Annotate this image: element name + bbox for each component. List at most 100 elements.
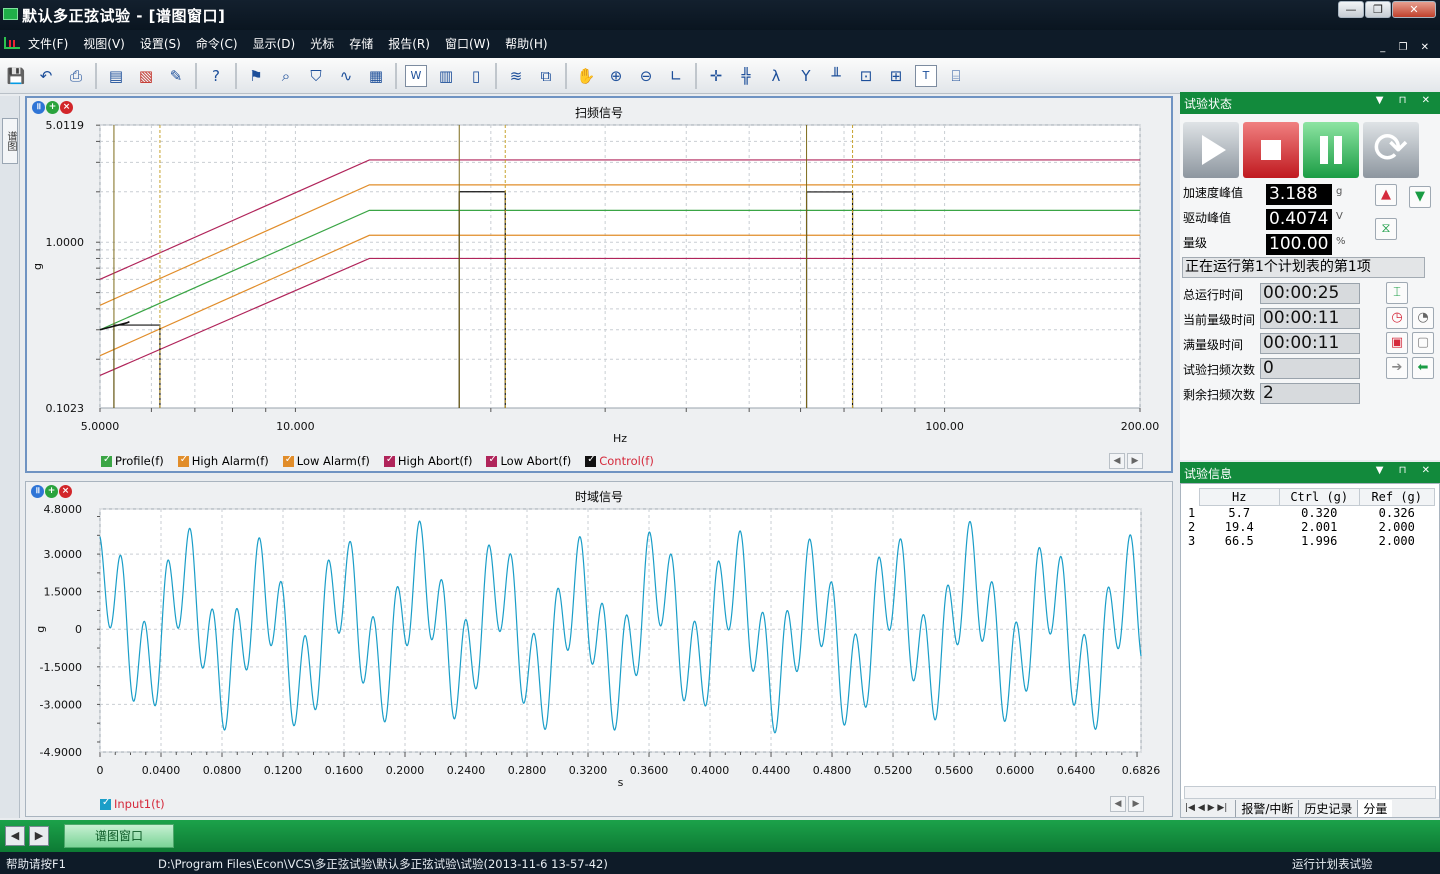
mdi-controls[interactable]: _ ❐ ✕ xyxy=(1380,42,1434,53)
legend-scroll-left-button[interactable]: ◀ xyxy=(1109,453,1125,469)
legend-checkbox[interactable] xyxy=(585,454,597,467)
pane-controls[interactable]: ▼ ⊓ ✕ xyxy=(1376,95,1436,106)
doc-tab-spectrum[interactable]: 谱图窗口 xyxy=(64,824,174,848)
legend-item[interactable]: Input1(t) xyxy=(100,797,165,811)
plot-icon[interactable]: ⧉ xyxy=(535,65,557,87)
close-button[interactable]: ✕ xyxy=(1392,1,1436,18)
export-word-icon[interactable]: ▤ xyxy=(105,65,127,87)
spectrum-plot[interactable]: 5.0119 1.0000 0.1023 5.0000 10.000 100.00 200.… xyxy=(27,98,1171,471)
peak-icon[interactable]: ╨ xyxy=(825,65,847,87)
table-row[interactable]: 2 19.4 2.001 2.000 xyxy=(1184,520,1434,534)
zoom-box2-icon[interactable]: ⊞ xyxy=(885,65,907,87)
cursor-lambda-icon[interactable]: λ xyxy=(765,65,787,87)
level-down-button[interactable]: ▼ xyxy=(1409,186,1431,208)
clock-icon[interactable]: ◔ xyxy=(1412,307,1434,329)
legend-item[interactable]: Control(f) xyxy=(585,454,654,468)
pdf-icon[interactable]: ▧ xyxy=(135,65,157,87)
legend-checkbox[interactable] xyxy=(486,454,498,467)
chart-menu-icon[interactable] xyxy=(4,37,20,49)
spectrum-side-tab[interactable]: 谱图 xyxy=(2,118,18,164)
x-tick-label: 0.2000 xyxy=(386,764,425,777)
col-ctrl[interactable]: Ctrl (g) xyxy=(1278,488,1360,506)
hand-icon[interactable]: ✋ xyxy=(575,65,597,87)
legend-item[interactable]: High Abort(f) xyxy=(383,454,472,468)
tab-components[interactable]: 分量 xyxy=(1357,799,1393,817)
legend-checkbox[interactable] xyxy=(100,797,111,810)
menu-storage[interactable]: 存储 xyxy=(349,35,373,52)
menu-cursor[interactable]: 光标 xyxy=(310,35,334,52)
timer-icon[interactable]: ◷ xyxy=(1386,307,1408,329)
legend-checkbox[interactable] xyxy=(101,454,112,467)
legend-checkbox[interactable] xyxy=(177,454,189,467)
axis-icon[interactable]: ∟ xyxy=(665,65,687,87)
cursor-y-icon[interactable]: Y xyxy=(795,65,817,87)
tab-nav-arrows[interactable]: |◀ ◀ ▶ ▶| xyxy=(1185,803,1227,813)
legend-scroll-right-button[interactable]: ▶ xyxy=(1127,453,1143,469)
word-icon[interactable]: W xyxy=(405,64,427,87)
unlock-icon[interactable]: ▢ xyxy=(1412,332,1434,354)
stop-button[interactable] xyxy=(1243,122,1299,178)
legend-scroll-left-button[interactable]: ◀ xyxy=(1110,796,1126,812)
legend-item[interactable]: Low Alarm(f) xyxy=(282,454,370,468)
legend-item[interactable]: High Alarm(f) xyxy=(177,454,269,468)
cursor-cross-icon[interactable]: ✛ xyxy=(705,65,727,87)
minimize-button[interactable]: — xyxy=(1338,1,1364,18)
menu-settings[interactable]: 设置(S) xyxy=(140,35,181,52)
schedule-icon[interactable]: ⌶ xyxy=(1386,282,1408,304)
legend-checkbox[interactable] xyxy=(383,454,395,467)
lock-icon[interactable]: ▣ xyxy=(1386,332,1408,354)
level-reset-button[interactable]: ⧖ xyxy=(1375,218,1397,240)
shield-icon[interactable]: ⛉ xyxy=(305,65,327,87)
status-help: 帮助请按F1 xyxy=(6,857,66,871)
tab-alarm-abort[interactable]: 报警/中断 xyxy=(1235,799,1298,817)
text-tool-icon[interactable]: T xyxy=(915,64,937,87)
continue-button[interactable] xyxy=(1363,122,1419,178)
waveform-icon[interactable]: ∿ xyxy=(335,65,357,87)
legend-scroll-right-button[interactable]: ▶ xyxy=(1128,796,1144,812)
zoom-out-icon[interactable]: ⊖ xyxy=(635,65,657,87)
menu-view[interactable]: 视图(V) xyxy=(83,35,125,52)
help-icon[interactable]: ? xyxy=(205,65,227,87)
menu-command[interactable]: 命令(C) xyxy=(196,35,238,52)
zoom-window-icon[interactable]: ⌕ xyxy=(275,65,297,87)
flag-icon[interactable]: ⚑ xyxy=(245,65,267,87)
next-arrow-icon[interactable]: ➔ xyxy=(1386,357,1408,379)
menu-help[interactable]: 帮助(H) xyxy=(505,35,547,52)
legend-item[interactable]: Profile(f) xyxy=(101,454,164,468)
zoom-in-icon[interactable]: ⊕ xyxy=(605,65,627,87)
save-icon[interactable]: 💾 xyxy=(5,65,27,87)
zoom-box-icon[interactable]: ⊡ xyxy=(855,65,877,87)
overlay-icon[interactable]: ≋ xyxy=(505,65,527,87)
menu-file[interactable]: 文件(F) xyxy=(28,35,68,52)
tab-history[interactable]: 历史记录 xyxy=(1298,799,1357,817)
undo-icon[interactable]: ↶ xyxy=(35,65,57,87)
table-row[interactable]: 1 5.7 0.320 0.326 xyxy=(1184,506,1434,520)
legend-item[interactable]: Low Abort(f) xyxy=(486,454,571,468)
col-ref[interactable]: Ref (g) xyxy=(1358,488,1435,506)
start-button[interactable] xyxy=(1183,122,1239,178)
pane-controls[interactable]: ▼ ⊓ ✕ xyxy=(1376,465,1436,476)
cursor-dual-icon[interactable]: ╬ xyxy=(735,65,757,87)
plot-area[interactable] xyxy=(99,124,1141,409)
pause-button[interactable] xyxy=(1303,122,1359,178)
doc-prev-button[interactable]: ◀ xyxy=(5,826,25,846)
restore-button[interactable]: ❐ xyxy=(1365,1,1391,18)
menu-window[interactable]: 窗口(W) xyxy=(445,35,490,52)
settings-wand-icon[interactable]: ✎ xyxy=(165,65,187,87)
layout-icon[interactable]: ▥ xyxy=(435,65,457,87)
print-icon[interactable]: ⎙ xyxy=(65,65,87,87)
marker-icon[interactable]: ⌸ xyxy=(945,65,967,87)
level-up-button[interactable]: ▲ xyxy=(1375,184,1397,206)
table-row[interactable]: 3 66.5 1.996 2.000 xyxy=(1184,534,1434,548)
menu-report[interactable]: 报告(R) xyxy=(388,35,430,52)
menu-display[interactable]: 显示(D) xyxy=(253,35,296,52)
horizontal-scrollbar[interactable] xyxy=(1184,786,1436,799)
report-icon[interactable]: ▦ xyxy=(365,65,387,87)
doc-next-button[interactable]: ▶ xyxy=(29,826,49,846)
time-domain-plot[interactable]: 0 0.0400 0.0800 0.1200 0.1600 0.2000 0.2400 0.2… xyxy=(26,482,1172,816)
page-icon[interactable]: ▯ xyxy=(465,65,487,87)
col-hz[interactable]: Hz xyxy=(1198,488,1280,506)
back-arrow-icon[interactable]: ⬅ xyxy=(1412,357,1434,379)
toolbar-separator xyxy=(495,62,497,89)
legend-checkbox[interactable] xyxy=(282,454,294,467)
